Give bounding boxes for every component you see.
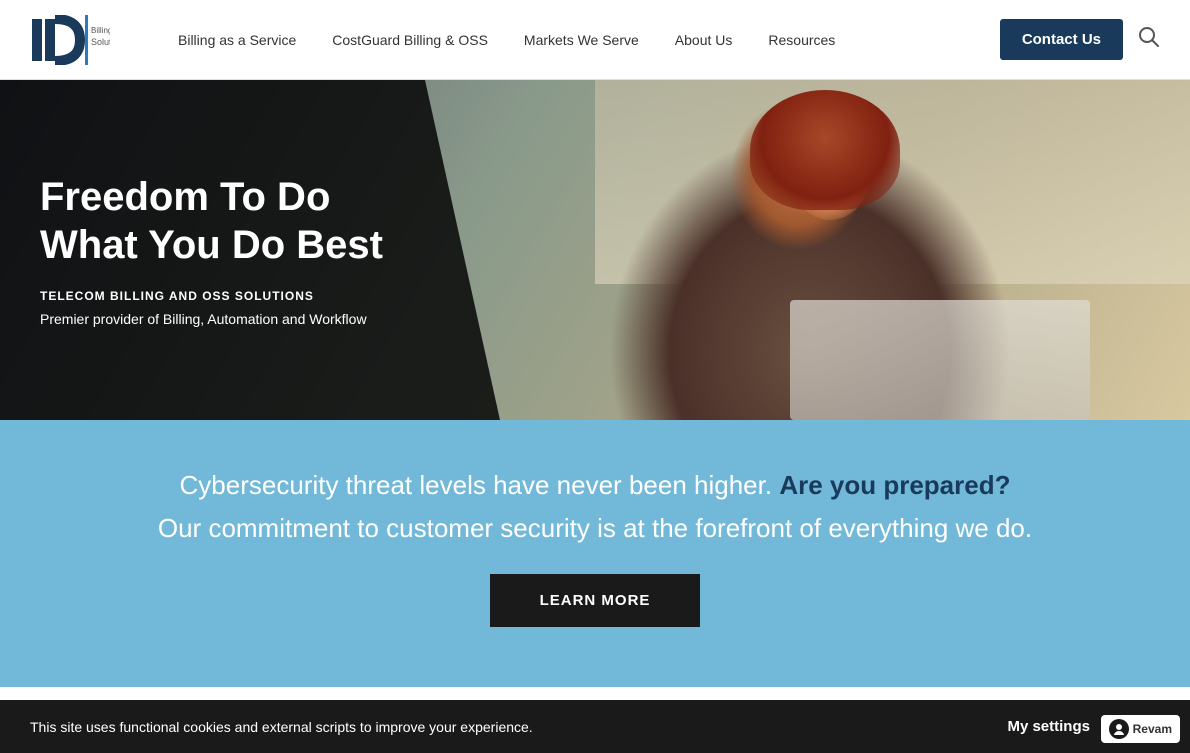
cyber-bold: Are you prepared? [779,470,1010,500]
search-icon[interactable] [1138,26,1160,54]
contact-us-button[interactable]: Contact Us [1000,19,1123,60]
cookie-text: This site uses functional cookies and ex… [30,719,987,735]
main-nav: Billing as a Service CostGuard Billing &… [160,32,990,48]
nav-item-costguard[interactable]: CostGuard Billing & OSS [314,32,506,48]
revam-icon [1109,719,1129,739]
cookie-banner: This site uses functional cookies and ex… [0,700,1190,753]
cyber-section: Cybersecurity threat levels have never b… [0,420,1190,687]
cookie-my-settings-button[interactable]: My settings [1007,718,1090,735]
learn-more-button[interactable]: LEARN MORE [490,574,701,627]
logo-icon: Billing Solutions [30,15,110,65]
nav-item-about[interactable]: About Us [657,32,751,48]
hero-title: Freedom To Do What You Do Best [40,173,383,269]
logo-area[interactable]: Billing Solutions [30,15,120,65]
nav-item-resources[interactable]: Resources [750,32,853,48]
revam-label: Revam [1133,722,1172,736]
nav-item-billing-service[interactable]: Billing as a Service [160,32,314,48]
cyber-line2: Our commitment to customer security is a… [30,513,1160,544]
revam-badge: Revam [1101,715,1180,743]
idi-logo-svg: Billing Solutions [30,15,110,65]
header: Billing Solutions Billing as a Service C… [0,0,1190,80]
hero-section: Freedom To Do What You Do Best TELECOM B… [0,80,1190,420]
nav-item-markets[interactable]: Markets We Serve [506,32,657,48]
hero-content: Freedom To Do What You Do Best TELECOM B… [40,173,383,327]
cyber-line1: Cybersecurity threat levels have never b… [30,470,1160,501]
hero-subtitle: TELECOM BILLING AND OSS SOLUTIONS [40,289,383,303]
svg-text:Billing: Billing [91,26,110,35]
svg-text:Solutions: Solutions [91,37,110,47]
hero-description: Premier provider of Billing, Automation … [40,311,383,327]
